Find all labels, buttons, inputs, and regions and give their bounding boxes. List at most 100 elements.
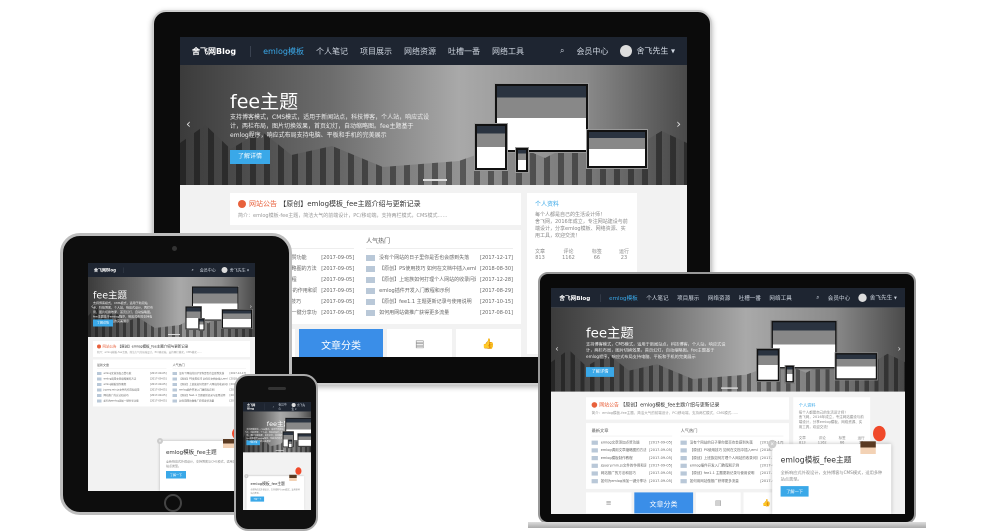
article-title: 【原创】fee1.1 主题更新记录与使用说明 (179, 394, 226, 397)
list-item[interactable]: emlog插件开发入门教程和示例[2017-08-29] (680, 462, 783, 470)
list-item[interactable]: emlog文章添加点赞功能 [2017-09-05] (591, 439, 672, 447)
nav-item[interactable]: 吐槽一番 (448, 46, 480, 57)
article-date: [2017-09-05] (321, 298, 355, 305)
category-tile[interactable]: 文章分类 (634, 492, 693, 514)
learn-more-button[interactable]: 了解详情 (246, 440, 260, 446)
nav-item[interactable]: 网络工具 (769, 294, 791, 302)
popup-button[interactable]: 了解一下 (166, 471, 187, 479)
member-center-link[interactable]: 会员中心 (278, 403, 287, 410)
member-center-link[interactable]: 会员中心 (200, 267, 216, 273)
user-menu[interactable]: 舍飞先生 ▾ (291, 402, 307, 411)
film-icon[interactable]: ▤ (387, 329, 453, 357)
nav-item[interactable]: emlog模板 (609, 294, 638, 302)
learn-more-button[interactable]: 了解详情 (586, 367, 614, 377)
brand-logo[interactable]: 舍飞网Blog (559, 293, 601, 302)
member-center-link[interactable]: 会员中心 (828, 294, 850, 302)
notice-tag: 网站公告 (102, 344, 117, 349)
nav-item[interactable]: 项目展示 (360, 46, 392, 57)
learn-more-button[interactable]: 了解详情 (230, 150, 270, 164)
chevron-right-icon[interactable]: › (676, 117, 681, 131)
nav-item[interactable]: 个人笔记 (316, 46, 348, 57)
thumbnail (591, 447, 598, 453)
list-item[interactable]: 【原创】上班族如何打理个人网站的收录问题[2017-12-28] (680, 454, 783, 462)
article-date: [2017-12-28] (480, 276, 513, 283)
chevron-left-icon[interactable]: ‹ (186, 117, 191, 131)
nav-item[interactable]: 个人笔记 (646, 294, 668, 302)
search-icon[interactable]: ⌕ (191, 268, 193, 273)
list-item[interactable]: 网站推广的方法和技巧 [2017-09-05] (591, 469, 672, 477)
user-menu[interactable]: 舍飞先生 ▾ (620, 45, 675, 57)
nav-item[interactable]: 项目展示 (677, 294, 699, 302)
notice-title[interactable]: 【原创】emlog模板_fee主题介绍与更新记录 (118, 345, 189, 349)
cartoon-character (860, 441, 876, 463)
phone-mockup (198, 318, 206, 331)
thumbnail (172, 393, 178, 397)
list-icon[interactable]: ≡ (586, 492, 632, 514)
list-item[interactable]: 如何为emlog添加一键分享功能[2017-09-05] (591, 477, 672, 485)
notice-card: 网站公告 【原创】emlog模板_fee主题介绍与更新记录 简介：emlog模板… (230, 193, 521, 225)
notice-title[interactable]: 【原创】emlog模板_fee主题介绍与更新记录 (279, 200, 420, 208)
list-item[interactable]: 【原创】PS使用技巧 如何在文档中插入emlog模板[2018-08-30] (680, 446, 783, 454)
list-item[interactable]: emlog插件开发入门教程和示例[2017-08-29] (366, 285, 513, 296)
article-title: 【原创】PS使用技巧 如何在文档中插入emlog模板 (689, 448, 758, 453)
hero-slider: ‹ › fee主题 支持博客模式，CMS模式，适用于新闻站点，科技博客，个人站，… (88, 277, 255, 337)
article-title: 【原创】上班族如何打理个人网站的收录问题 (179, 383, 228, 386)
brand-logo[interactable]: 舍飞网Blog (94, 267, 124, 273)
search-icon[interactable]: ⌕ (560, 46, 564, 56)
article-date: [2017-09-05] (150, 382, 167, 386)
chevron-right-icon[interactable]: › (898, 344, 901, 354)
slider-dots[interactable] (168, 334, 181, 335)
close-icon[interactable]: × (244, 474, 249, 479)
nav-item[interactable]: 网络资源 (708, 294, 730, 302)
nav-item[interactable]: 吐槽一番 (739, 294, 761, 302)
category-tile[interactable]: 文章分类 (298, 329, 384, 357)
article-date: [2017-09-05] (321, 276, 355, 283)
popup-button[interactable]: 了解一下 (250, 496, 265, 502)
user-menu[interactable]: 舍飞先生 ▾ (221, 267, 249, 273)
slider-dots[interactable] (275, 450, 284, 451)
list-item[interactable]: 没有个网站的日子里你是否也会感到失落 [2017-12-17] (366, 252, 513, 263)
list-item[interactable]: 如何用网站做推广获得更多流量[2017-08-01] (680, 477, 783, 485)
chevron-left-icon[interactable]: ‹ (555, 344, 558, 354)
film-icon[interactable]: ▤ (695, 492, 741, 514)
article-title: jquery.min.js文件的作用和调用 (600, 463, 647, 468)
close-icon[interactable]: × (768, 439, 777, 449)
nav-item[interactable]: 网络资源 (404, 46, 436, 57)
list-item[interactable]: 如何为emlog添加一键分享功能[2017-09-05] (97, 398, 167, 404)
brand-logo[interactable]: 舍飞网Blog (192, 45, 252, 57)
user-name: 舍飞先生 ▾ (869, 294, 897, 301)
popup-button[interactable]: 了解一下 (780, 486, 809, 497)
website: 舍飞网Blog emlog模板 个人笔记 项目展示 网络资源 吐槽一番 网络工具… (551, 288, 905, 514)
popup-description: 全新响应式外观设计，支持博客与CMS模式，适用多种站点类型。 (166, 460, 239, 468)
thumbs-up-icon[interactable]: 👍 (456, 329, 522, 357)
search-icon[interactable]: ⌕ (273, 405, 275, 408)
article-title: 【原创】PS使用技巧 如何在文档中插入emlog模板 (379, 266, 477, 272)
article-title: emlog插件开发入门教程和示例 (179, 388, 215, 392)
user-menu[interactable]: 舍飞先生 ▾ (858, 293, 897, 302)
slider-dots[interactable] (423, 179, 448, 181)
speaker (268, 387, 286, 390)
brand-logo[interactable]: 舍飞网Blog (247, 403, 265, 411)
close-icon[interactable]: × (157, 438, 163, 444)
list-item[interactable]: 【原创】上班族如何打理个人网站的收录问题[2017-12-28] (366, 274, 513, 285)
slider-dots[interactable] (721, 387, 738, 389)
learn-more-button[interactable]: 了解详情 (93, 319, 113, 327)
notice-title[interactable]: 【原创】emlog模板_fee主题介绍与更新记录 (620, 402, 719, 408)
latest-list: 最新文章 emlog文章添加点赞功能[2017-09-05]emlog调用文章缩… (591, 427, 673, 485)
member-center-link[interactable]: 会员中心 (576, 46, 608, 57)
nav-item[interactable]: 网络工具 (492, 46, 524, 57)
article-title: emlog文章添加点赞功能 (600, 440, 640, 445)
list-item[interactable]: 如何用网站做推广获得更多流量[2017-08-01] (366, 307, 513, 318)
thumbnail (680, 471, 687, 476)
list-item[interactable]: jquery.min.js文件的作用和调用[2017-09-05] (591, 462, 672, 470)
avatar (221, 267, 228, 273)
list-item[interactable]: 【原创】fee1.1 主题更新记录与使用说明[2017-10-15] (366, 296, 513, 307)
nav-item[interactable]: emlog模板 (263, 46, 304, 57)
list-item[interactable]: emlog模板制作教程 [2017-09-05] (591, 454, 672, 462)
search-icon[interactable]: ⌕ (816, 294, 819, 301)
list-item[interactable]: 【原创】fee1.1 主题更新记录与使用说明[2017-10-15] (680, 469, 783, 477)
latest-list: 最新文章 emlog文章添加点赞功能[2017-09-05]emlog调用文章缩… (97, 363, 167, 404)
list-item[interactable]: 【原创】PS使用技巧 如何在文档中插入emlog模板[2018-08-30] (366, 263, 513, 274)
list-item[interactable]: emlog调用文章缩略图的方法[2017-09-05] (591, 446, 672, 454)
article-title: 如何用网站做推广获得更多流量 (179, 399, 215, 403)
